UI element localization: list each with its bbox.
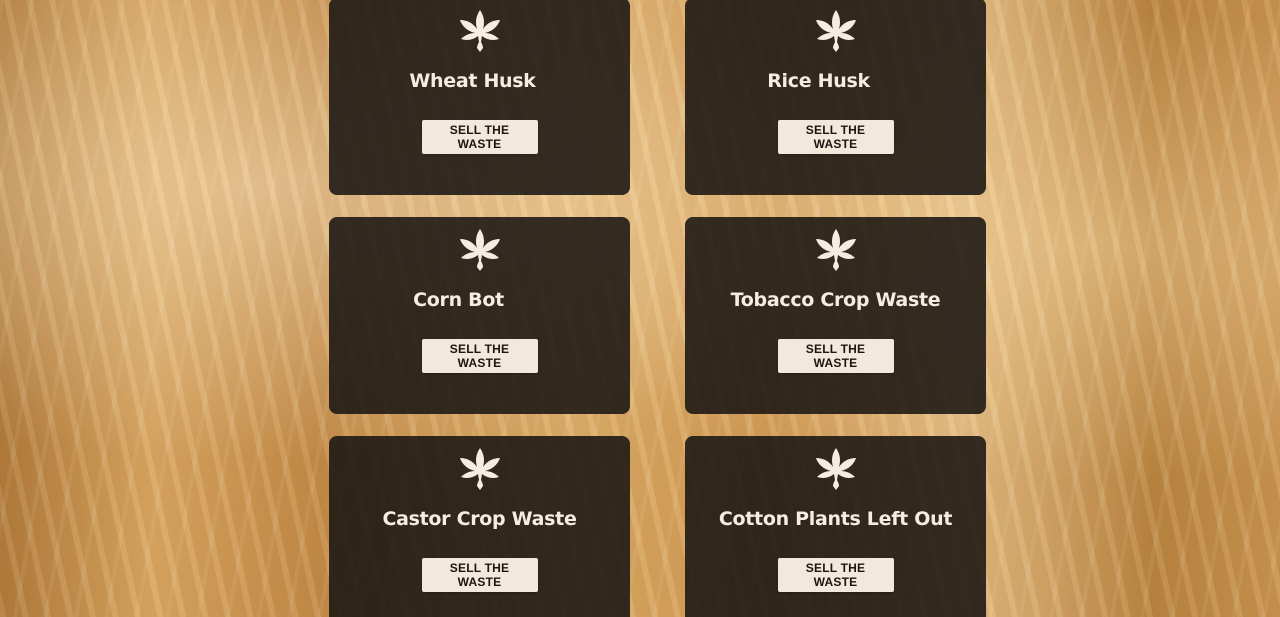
card-title: Cotton Plants Left Out (718, 508, 953, 530)
waste-card-rice-husk: Rice Husk SELL THE WASTE (685, 0, 986, 195)
sell-the-waste-button[interactable]: SELL THE WASTE (777, 339, 894, 373)
card-title: Corn Bot (413, 289, 504, 311)
leaf-icon (815, 10, 856, 52)
card-title: Wheat Husk (409, 70, 536, 92)
leaf-icon (459, 229, 500, 271)
leaf-icon (815, 229, 856, 271)
card-title: Tobacco Crop Waste (730, 289, 941, 311)
waste-card-cotton-plants-left-out: Cotton Plants Left Out SELL THE WASTE (685, 436, 986, 617)
waste-card-wheat-husk: Wheat Husk SELL THE WASTE (329, 0, 630, 195)
leaf-icon (459, 448, 500, 490)
card-title: Castor Crop Waste (382, 508, 577, 530)
sell-the-waste-button[interactable]: SELL THE WASTE (777, 120, 894, 154)
sell-the-waste-button[interactable]: SELL THE WASTE (421, 339, 538, 373)
leaf-icon (815, 448, 856, 490)
waste-card-corn-bot: Corn Bot SELL THE WASTE (329, 217, 630, 414)
card-title: Rice Husk (767, 70, 870, 92)
waste-card-castor-crop-waste: Castor Crop Waste SELL THE WASTE (329, 436, 630, 617)
sell-the-waste-button[interactable]: SELL THE WASTE (421, 558, 538, 592)
sell-the-waste-button[interactable]: SELL THE WASTE (777, 558, 894, 592)
sell-the-waste-button[interactable]: SELL THE WASTE (421, 120, 538, 154)
wheat-field-background (0, 0, 1280, 617)
waste-card-tobacco-crop-waste: Tobacco Crop Waste SELL THE WASTE (685, 217, 986, 414)
leaf-icon (459, 10, 500, 52)
